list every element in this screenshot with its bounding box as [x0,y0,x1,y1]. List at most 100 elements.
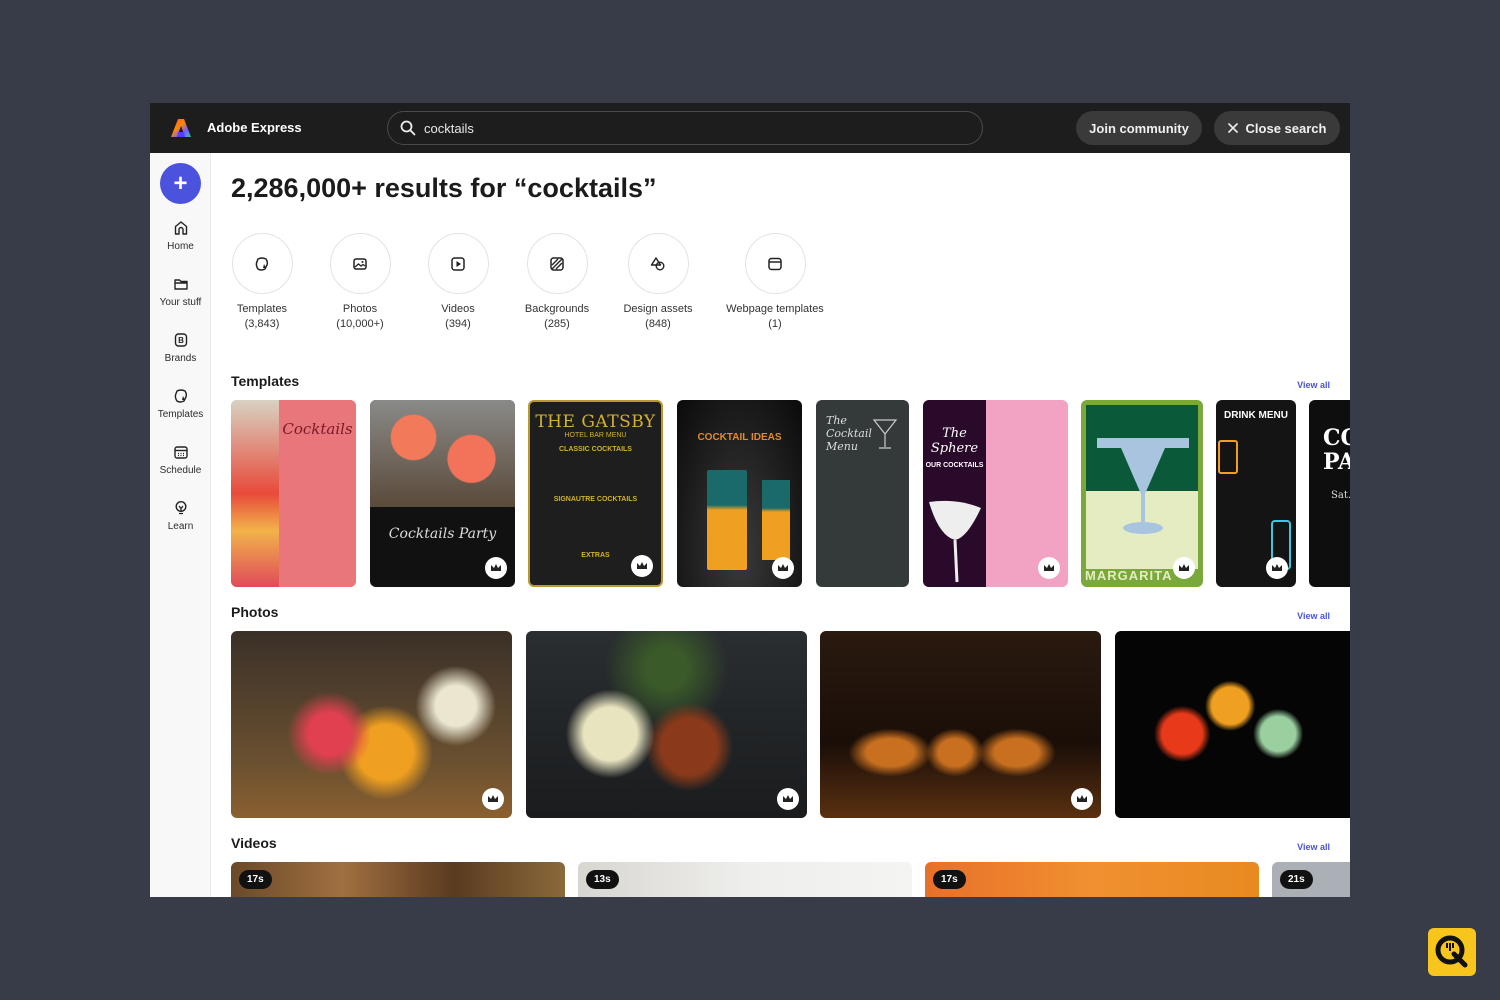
template-title: THE GATSBY [535,412,656,432]
folder-icon [173,279,188,290]
premium-badge [1173,557,1195,579]
category-label: Photos (10,000+) [336,303,384,330]
photos-view-all-link[interactable]: View all [1297,611,1330,621]
video-icon [451,256,465,271]
template-card[interactable]: The Sphere OUR COCKTAILS [923,400,1068,587]
template-title: DRINK MENU [1224,410,1288,421]
template-title: Cocktails Party [388,526,497,542]
template-heading: CLASSIC COCKTAILS [559,446,632,453]
premium-badge [1038,557,1060,579]
premium-badge [1071,788,1093,810]
crown-icon [778,564,788,571]
sidebar-item-label: Templates [157,409,204,420]
template-card[interactable]: DRINK MENU [1216,400,1296,587]
svg-text:B: B [178,336,184,345]
photo-card[interactable] [820,631,1101,818]
template-heading: SIGNAUTRE COCKTAILS [553,496,638,503]
template-title: The Cocktail Menu [826,414,872,453]
crown-icon [491,564,501,571]
templates-icon [174,389,187,403]
create-button[interactable]: + [160,163,201,204]
premium-badge [485,557,507,579]
video-card[interactable]: 21s [1272,862,1350,897]
template-card[interactable]: Cocktails [231,400,356,587]
template-card[interactable]: COCKTAIL IDEAS [677,400,802,587]
search-icon [400,120,416,136]
templates-section-title: Templates [231,373,300,389]
video-duration: 17s [239,870,272,889]
category-label: Templates (3,843) [236,303,288,330]
plus-icon: + [173,169,188,197]
brand-icon: B [174,333,187,347]
premium-badge [1266,557,1288,579]
template-subtitle: OUR COCKTAILS [925,462,984,469]
template-subtitle: HOTEL BAR MENU [564,432,627,439]
shapes-icon [650,256,665,270]
template-title: COCKTAIL IDEAS [697,432,782,443]
search-input[interactable] [424,120,944,136]
video-duration: 13s [586,870,619,889]
category-circle[interactable] [329,233,391,294]
sidebar-item-label: Home [167,241,194,252]
premium-badge [772,557,794,579]
videos-view-all-link[interactable]: View all [1297,842,1330,852]
premium-badge [631,555,653,577]
close-icon [1227,123,1238,133]
category-circle[interactable] [427,233,489,294]
sidebar-item-brands[interactable]: B Brands [150,332,211,364]
template-card[interactable]: MARGARITA [1081,400,1203,587]
template-photo [370,400,515,507]
sidebar-item-schedule[interactable]: Schedule [150,444,211,476]
sidebar-item-templates[interactable]: Templates [150,388,211,420]
video-card[interactable]: 17s [231,862,565,897]
join-community-label: Join community [1089,120,1189,136]
template-card[interactable]: THE GATSBY HOTEL BAR MENU CLASSIC COCKTA… [528,400,663,587]
lightbulb-icon [174,500,187,515]
category-circle[interactable] [231,233,293,294]
photo-card[interactable] [1115,631,1350,818]
video-card[interactable]: 13s [578,862,912,897]
premium-badge [482,788,504,810]
videos-section-title: Videos [231,835,277,851]
category-webpage-templates[interactable]: Webpage templates (1) [715,233,835,332]
category-circle[interactable] [627,233,689,294]
template-title: COCKTAIL PA [1323,425,1350,475]
search-bar[interactable] [387,111,983,145]
photo-card[interactable] [526,631,807,818]
cocktail-glass-illustration [929,500,981,583]
app-title: Adobe Express [207,120,302,135]
template-card[interactable]: The Cocktail Menu [816,400,909,587]
category-label: Backgrounds (285) [524,303,590,330]
templates-view-all-link[interactable]: View all [1297,380,1330,390]
close-search-button[interactable]: Close search [1214,111,1340,145]
template-card[interactable]: COCKTAIL PA Sat. [1309,400,1350,587]
template-subtitle: Sat. [1331,490,1350,501]
sidebar-item-label: Learn [167,521,194,532]
close-search-label: Close search [1245,120,1327,136]
webpage-icon [768,257,782,270]
template-photo [762,480,790,560]
template-title: Cocktails [282,420,353,438]
neon-beer-illustration [1218,440,1238,474]
template-photo [707,470,747,570]
photo-card[interactable] [231,631,512,818]
sidebar-item-learn[interactable]: Learn [150,500,211,532]
crown-icon [1077,795,1087,802]
crown-icon [783,795,793,802]
video-card[interactable]: 17s [925,862,1259,897]
photos-section-title: Photos [231,604,279,620]
template-card[interactable]: Cocktails Party [370,400,515,587]
templates-icon [255,256,269,271]
category-circle[interactable] [744,233,806,294]
adobe-express-logo[interactable] [170,117,192,139]
margarita-glass-illustration [1097,438,1189,534]
crown-icon [1044,564,1054,571]
category-design-assets[interactable]: Design assets (848) [598,233,718,332]
sidebar-item-label: Schedule [159,465,202,476]
join-community-button[interactable]: Join community [1076,111,1202,145]
backgrounds-icon [550,256,564,271]
category-circle[interactable] [526,233,588,294]
martini-glass-icon [872,419,898,449]
template-title: MARGARITA [1085,568,1173,583]
results-title: 2,286,000+ results for “cocktails” [231,173,657,203]
